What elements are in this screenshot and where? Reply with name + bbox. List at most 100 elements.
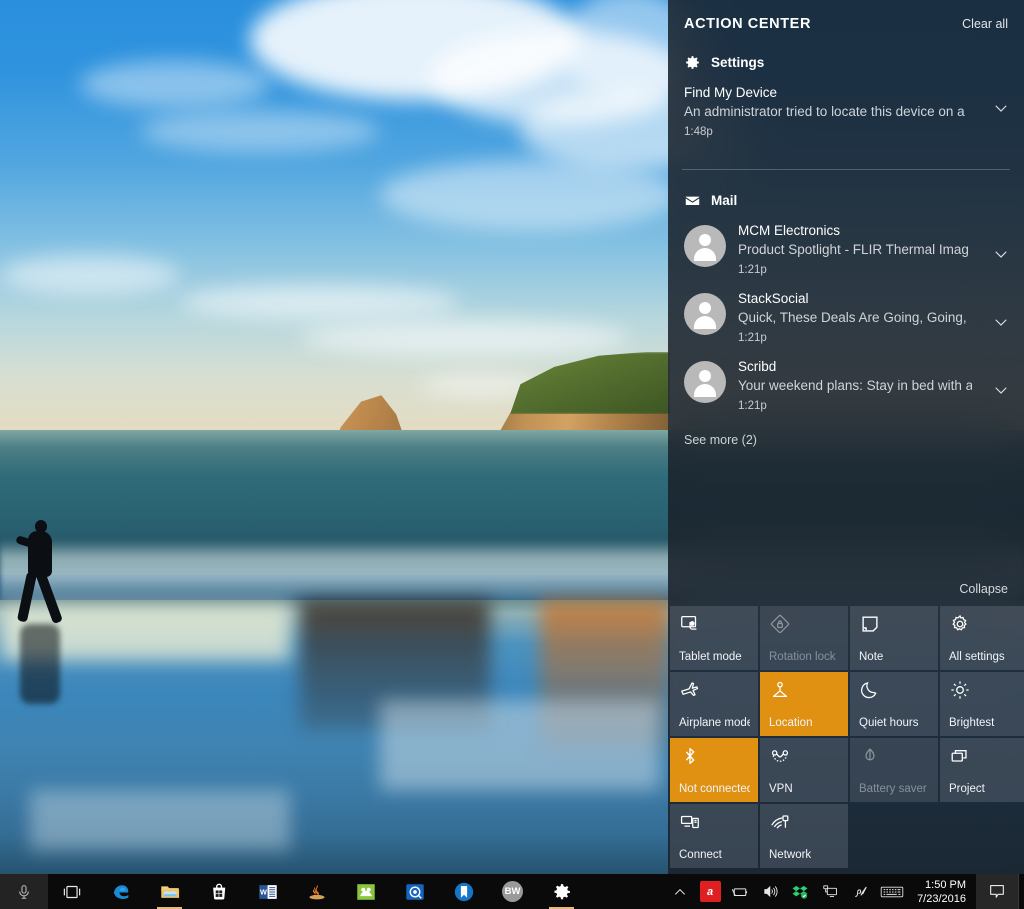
taskbar-app-word[interactable]: W xyxy=(243,874,292,909)
notification-time: 1:21p xyxy=(738,264,767,276)
tray-pen[interactable] xyxy=(845,874,875,909)
quick-action-label: Battery saver xyxy=(859,783,927,795)
quick-action-network[interactable]: Network xyxy=(760,804,848,868)
clock-date: 7/23/2016 xyxy=(917,892,966,905)
quick-action-all-settings[interactable]: All settings xyxy=(940,606,1024,670)
notification-time: 1:21p xyxy=(738,332,767,344)
taskbar-spacer xyxy=(586,874,665,909)
quick-action-vpn[interactable]: VPN xyxy=(760,738,848,802)
quick-action-battery-saver[interactable]: Battery saver xyxy=(850,738,938,802)
taskbar-app-java[interactable] xyxy=(292,874,341,909)
taskbar-app-settings[interactable] xyxy=(537,874,586,909)
clock[interactable]: 1:50 PM 7/23/2016 xyxy=(909,874,976,909)
cloud xyxy=(80,60,270,108)
quick-action-tablet-mode[interactable]: Tablet mode xyxy=(670,606,758,670)
avatar xyxy=(684,293,726,335)
clear-all-button[interactable]: Clear all xyxy=(962,17,1008,31)
show-hidden-icons-button[interactable] xyxy=(665,874,695,909)
quick-action-quiet-hours[interactable]: Quiet hours xyxy=(850,672,938,736)
reflection-cloud xyxy=(30,790,290,850)
notification-item[interactable]: Find My Device An administrator tried to… xyxy=(668,77,1024,145)
cloud xyxy=(300,320,630,356)
notification-time: 1:48p xyxy=(684,126,713,138)
screen: ACTION CENTER Clear all Settings Find My… xyxy=(0,0,1024,909)
notification-title: StackSocial xyxy=(738,291,809,306)
tray-avira[interactable]: a xyxy=(695,874,725,909)
taskbar-app-file-explorer[interactable] xyxy=(145,874,194,909)
quick-action-empty-slot xyxy=(850,804,938,868)
gear-icon xyxy=(952,614,967,631)
notification-item[interactable]: Scribd Your weekend plans: Stay in bed w… xyxy=(668,351,1024,419)
quick-action-label: Not connected xyxy=(679,783,750,795)
notification-title: Find My Device xyxy=(684,85,778,100)
expand-notification-button[interactable] xyxy=(988,99,1014,117)
action-center-button[interactable] xyxy=(976,874,1018,909)
quick-action-rotation-lock[interactable]: Rotation lock xyxy=(760,606,848,670)
notification-time: 1:21p xyxy=(738,400,767,412)
tray-network[interactable] xyxy=(815,874,845,909)
quick-action-connect[interactable]: Connect xyxy=(670,804,758,868)
group-name: Mail xyxy=(711,193,738,208)
quick-action-brightness[interactable]: Brightest xyxy=(940,672,1024,736)
taskbar-app-bookmark[interactable] xyxy=(439,874,488,909)
avatar-body xyxy=(694,248,716,261)
rotation-lock-icon xyxy=(770,614,790,634)
action-center-panel: ACTION CENTER Clear all Settings Find My… xyxy=(668,0,1024,874)
project-icon xyxy=(951,750,967,762)
quick-action-bluetooth[interactable]: Not connected xyxy=(670,738,758,802)
cortana-button[interactable] xyxy=(0,874,48,909)
group-header[interactable]: Settings xyxy=(668,32,1024,77)
java-icon xyxy=(308,884,325,899)
avatar-body xyxy=(694,316,716,329)
action-center-scroll-area: ACTION CENTER Clear all Settings Find My… xyxy=(668,0,1024,580)
connect-icon xyxy=(680,815,699,829)
touch-keyboard-button[interactable] xyxy=(875,874,909,909)
note-icon xyxy=(862,616,878,632)
quick-action-label: Connect xyxy=(679,849,722,861)
tray-volume[interactable] xyxy=(755,874,785,909)
quick-action-label: Brightest xyxy=(949,717,995,729)
notification-item[interactable]: MCM Electronics Product Spotlight - FLIR… xyxy=(668,215,1024,283)
expand-notification-button[interactable] xyxy=(988,381,1014,399)
notification-content: StackSocial Quick, These Deals Are Going… xyxy=(738,289,976,347)
pen-icon xyxy=(854,885,867,897)
quick-action-note[interactable]: Note xyxy=(850,606,938,670)
taskbar-app-media[interactable] xyxy=(390,874,439,909)
show-desktop-button[interactable] xyxy=(1018,874,1024,909)
avira-icon: a xyxy=(699,881,721,902)
quick-action-label: VPN xyxy=(769,783,793,795)
quick-action-label: Location xyxy=(769,717,813,729)
quick-action-airplane-mode[interactable]: Airplane mode xyxy=(670,672,758,736)
tray-battery[interactable] xyxy=(725,874,755,909)
cloud xyxy=(180,285,460,319)
group-header[interactable]: Mail xyxy=(668,170,1024,215)
notification-text: Your weekend plans: Stay in bed with a xyxy=(738,378,972,393)
group-name: Settings xyxy=(711,55,765,70)
system-tray: a 1:50 PM 7/23/2016 xyxy=(665,874,1024,909)
taskbar-app-notes[interactable] xyxy=(341,874,390,909)
gear-icon xyxy=(686,56,699,69)
notes-icon xyxy=(356,883,375,900)
notification-text: Quick, These Deals Are Going, Going, xyxy=(738,310,967,325)
word-icon: W xyxy=(258,884,277,899)
notification-group-settings: Settings Find My Device An administrator… xyxy=(668,32,1024,145)
see-more-link[interactable]: See more (2) xyxy=(668,419,1024,447)
expand-notification-button[interactable] xyxy=(988,245,1014,263)
chevron-down-icon xyxy=(995,319,1007,326)
speech-bubble-icon xyxy=(990,885,1004,898)
edge-icon xyxy=(113,884,128,899)
notification-group-mail: Mail MCM Electronics Product Spotlight -… xyxy=(668,170,1024,447)
quick-action-location[interactable]: Location xyxy=(760,672,848,736)
tray-dropbox[interactable] xyxy=(785,874,815,909)
bluetooth-icon xyxy=(685,747,695,765)
taskbar-app-edge[interactable] xyxy=(96,874,145,909)
quick-action-project[interactable]: Project xyxy=(940,738,1024,802)
expand-notification-button[interactable] xyxy=(988,313,1014,331)
taskbar-app-bw[interactable]: BW xyxy=(488,874,537,909)
brightness-icon xyxy=(951,681,969,699)
avatar xyxy=(684,361,726,403)
collapse-button[interactable]: Collapse xyxy=(959,582,1008,596)
taskbar-app-microsoft-store[interactable] xyxy=(194,874,243,909)
task-view-button[interactable] xyxy=(48,874,96,909)
notification-item[interactable]: StackSocial Quick, These Deals Are Going… xyxy=(668,283,1024,351)
